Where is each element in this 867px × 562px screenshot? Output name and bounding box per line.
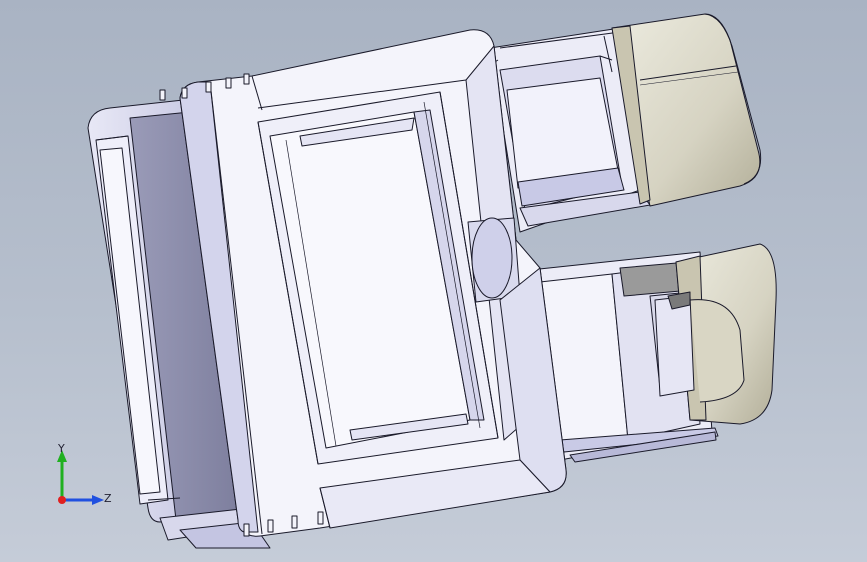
z-arrow xyxy=(92,495,104,505)
y-axis-label: Y xyxy=(58,442,65,455)
x-axis-dot xyxy=(58,496,66,504)
orientation-triad: Y Z xyxy=(48,438,118,518)
cad-model[interactable] xyxy=(0,0,867,562)
3d-viewport[interactable]: Y Z xyxy=(0,0,867,562)
z-axis-label: Z xyxy=(104,492,112,505)
